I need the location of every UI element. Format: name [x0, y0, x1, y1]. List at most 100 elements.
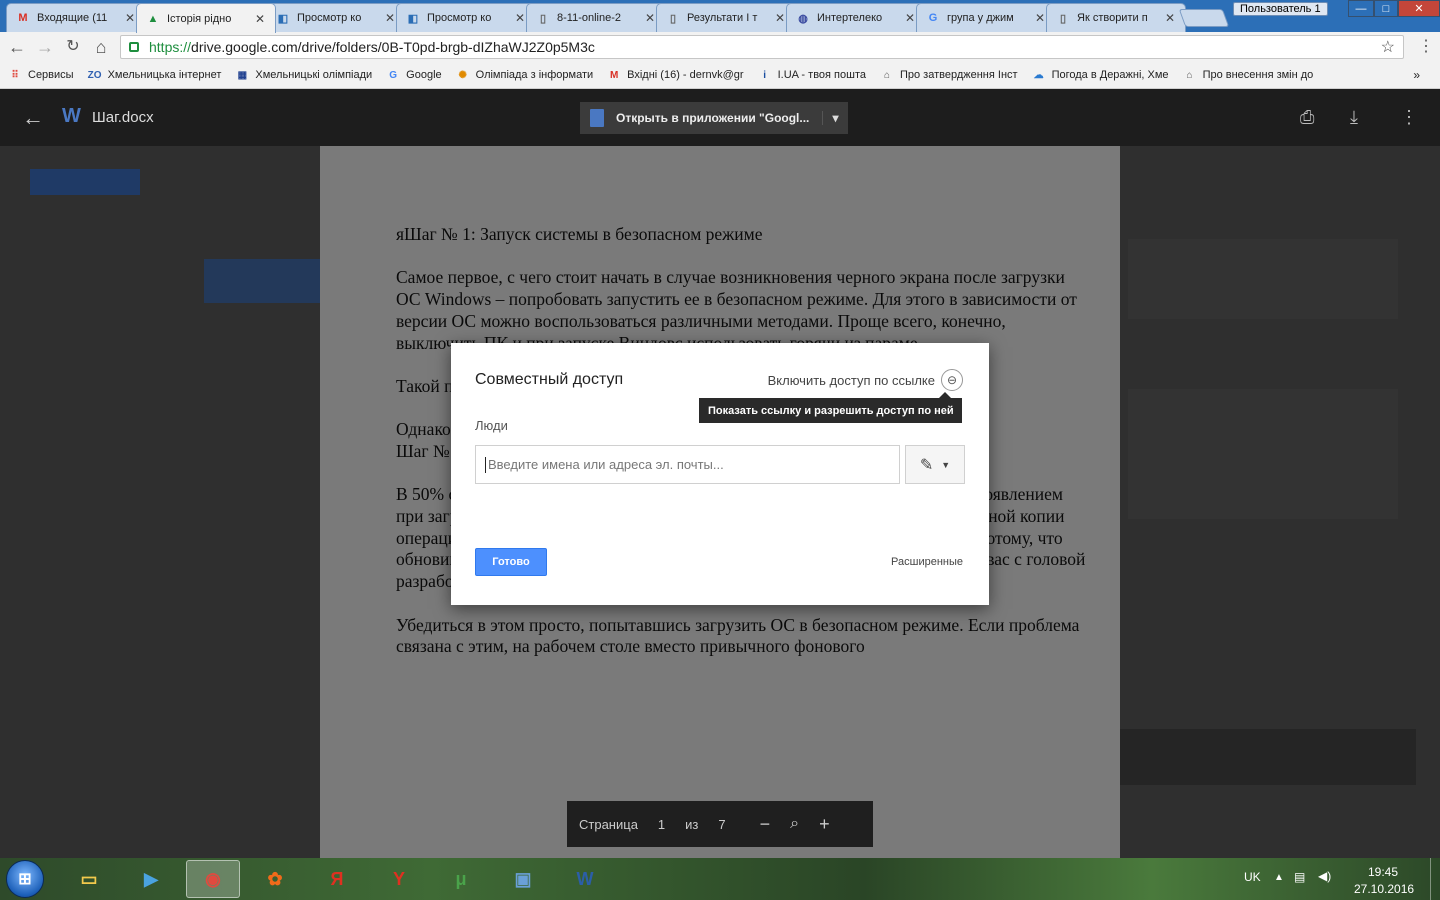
page-current: 1 — [657, 816, 666, 832]
bookmark-item[interactable]: ⌂ Про внесення змін до — [1183, 68, 1314, 82]
network-tray-icon[interactable]: ▤ — [1294, 870, 1305, 884]
close-tab-icon[interactable]: ✕ — [513, 11, 527, 25]
bookmark-item[interactable]: i I.UA - твоя пошта — [758, 68, 866, 82]
close-tab-icon[interactable]: ✕ — [773, 11, 787, 25]
taskbar-player[interactable]: ✿ — [248, 860, 302, 898]
show-desktop-button[interactable] — [1430, 858, 1440, 900]
browser-tab[interactable]: ◧ Просмотр ко ✕ — [396, 3, 536, 32]
classroom-icon: ◧ — [277, 12, 289, 25]
apps-icon: ⠿ — [11, 69, 19, 81]
bookmark-item[interactable]: ▦ Хмельницькі олімпіади — [235, 68, 372, 82]
close-tab-icon[interactable]: ✕ — [1033, 11, 1047, 25]
link-share-label[interactable]: Включить доступ по ссылке — [768, 373, 935, 388]
open-with-button[interactable]: Открыть в приложении "Googl... ▾ — [580, 102, 848, 134]
done-button[interactable]: Готово — [475, 548, 547, 576]
chrome-icon: ◉ — [205, 868, 221, 889]
tab-title: Интертелеко — [817, 12, 883, 24]
advanced-link[interactable]: Расширенные — [891, 556, 963, 568]
taskbar-yandex[interactable]: Y — [372, 860, 426, 898]
volume-icon[interactable]: ◀) — [1318, 869, 1331, 883]
browser-tab[interactable]: ◧ Просмотр ко ✕ — [266, 3, 406, 32]
language-indicator[interactable]: UK — [1244, 870, 1261, 884]
bookmark-item[interactable]: ⠿ Сервисы — [8, 68, 73, 82]
bookmark-item[interactable]: G Google — [386, 68, 441, 82]
forward-icon[interactable]: → — [34, 36, 56, 58]
bookmark-item[interactable]: ⌂ Про затвердження Інст — [880, 68, 1018, 82]
reload-icon[interactable]: ↻ — [62, 36, 84, 58]
more-options-icon[interactable]: ⋮ — [1400, 107, 1418, 128]
drive-icon: ▲ — [147, 12, 159, 25]
taskbar-media-player[interactable]: ▶ — [124, 860, 178, 898]
tab-title: Результати І т — [687, 12, 758, 24]
browser-tab[interactable]: ▯ 8-11-online-2 ✕ — [526, 3, 666, 32]
people-label: Люди — [475, 418, 508, 433]
taskbar-network[interactable]: ▣ — [496, 860, 550, 898]
browser-tab[interactable]: Gгрупа у джим ✕ — [916, 3, 1056, 32]
zoom-icon[interactable]: ⌕ — [790, 815, 799, 833]
gmail-icon: M — [609, 69, 619, 81]
close-tab-icon[interactable]: ✕ — [1163, 11, 1177, 25]
close-tab-icon[interactable]: ✕ — [643, 11, 657, 25]
link-icon[interactable]: ⊖ — [941, 369, 963, 391]
site-icon: ▦ — [237, 69, 248, 81]
tab-title: група у джим — [947, 12, 1014, 24]
page-navigator: Страница 1 из 7 − ⌕ + — [567, 801, 873, 847]
maximize-button[interactable]: □ — [1374, 0, 1398, 17]
close-tab-icon[interactable]: ✕ — [253, 12, 267, 26]
bookmark-item[interactable]: ☁ Погода в Деражні, Хме — [1032, 68, 1169, 82]
back-icon[interactable]: ← — [6, 36, 28, 58]
bookmark-item[interactable]: ZO Хмельницька інтернет — [88, 68, 222, 82]
close-window-button[interactable]: ✕ — [1398, 0, 1440, 17]
bookmark-item[interactable]: ✺ Олімпіада з інформати — [456, 68, 593, 82]
tray-expand-icon[interactable]: ▲ — [1274, 872, 1284, 883]
link-share-toggle[interactable]: Включить доступ по ссылке ⊖ — [768, 369, 963, 391]
home-icon[interactable]: ⌂ — [90, 36, 112, 58]
browser-toolbar: ← → ↻ ⌂ https:// drive.google.com/drive/… — [0, 32, 1440, 62]
clock-date[interactable]: 27.10.2016 — [1354, 882, 1414, 896]
browser-tab[interactable]: ◍ Интертелеко ✕ — [786, 3, 926, 32]
taskbar-explorer[interactable]: ▭ — [62, 860, 116, 898]
tab-title: Входящие (11 — [37, 12, 108, 24]
clock-time[interactable]: 19:45 — [1368, 865, 1398, 879]
print-icon[interactable]: ⎙ — [1300, 107, 1314, 128]
word-icon: W — [576, 868, 594, 889]
bookmarks-more-icon[interactable]: » — [1413, 68, 1420, 82]
taskbar-word[interactable]: W — [558, 860, 612, 898]
zoom-in-icon[interactable]: + — [819, 814, 830, 835]
bookmark-label: Хмельницька інтернет — [107, 69, 222, 81]
details-panel-desc — [1128, 389, 1398, 519]
minimize-button[interactable]: — — [1348, 0, 1374, 17]
bookmark-label: Про внесення змін до — [1202, 69, 1314, 81]
page-icon: ▯ — [539, 12, 547, 25]
tab-title: Просмотр ко — [297, 12, 362, 24]
page-total: 7 — [718, 816, 726, 832]
taskbar-yandex-browser[interactable]: Я — [310, 860, 364, 898]
chrome-menu-icon[interactable]: ⋮ — [1418, 36, 1434, 56]
yandex-y-icon: Y — [392, 868, 405, 889]
start-button[interactable]: ⊞ — [6, 860, 44, 898]
close-viewer-icon[interactable]: ← — [22, 105, 44, 131]
tab-title: 8-11-online-2 — [557, 12, 622, 24]
close-tab-icon[interactable]: ✕ — [383, 11, 397, 25]
permission-dropdown-button[interactable]: ✎ ▼ — [905, 445, 965, 484]
zoom-out-icon[interactable]: − — [760, 814, 771, 835]
close-tab-icon[interactable]: ✕ — [903, 11, 917, 25]
profile-button[interactable]: Пользователь 1 — [1233, 2, 1328, 16]
browser-tab[interactable]: M Входящие (11 ✕ — [6, 3, 146, 32]
people-input[interactable]: Введите имена или адреса эл. почты... — [475, 445, 900, 484]
new-tab-button[interactable] — [1178, 9, 1230, 27]
address-bar[interactable]: https:// drive.google.com/drive/folders/… — [120, 35, 1404, 59]
viewer-file-name: Шаг.docx — [92, 109, 154, 126]
browser-tab[interactable]: ▲ Історія рідно ✕ — [136, 3, 276, 33]
bookmark-item[interactable]: M Вхідні (16) - dernvk@gr — [607, 68, 744, 82]
taskbar-chrome[interactable]: ◉ — [186, 860, 240, 898]
taskbar-utorrent[interactable]: μ — [434, 860, 488, 898]
browser-tab[interactable]: ▯ Результати І т ✕ — [656, 3, 796, 32]
bookmark-star-icon[interactable]: ☆ — [1381, 37, 1395, 57]
download-icon[interactable]: ⤓ — [1350, 107, 1358, 128]
bookmark-label: I.UA - твоя пошта — [777, 69, 866, 81]
windows-taskbar: ⊞ ▭ ▶ ◉ ✿ Я Yμ ▣ W UK ▲ ▤ ◀) 19:45 27.10.2016 — [0, 858, 1440, 900]
close-tab-icon[interactable]: ✕ — [123, 11, 137, 25]
browser-tab[interactable]: ▯ Як створити п ✕ — [1046, 3, 1186, 32]
open-with-dropdown-icon[interactable]: ▾ — [822, 111, 848, 125]
